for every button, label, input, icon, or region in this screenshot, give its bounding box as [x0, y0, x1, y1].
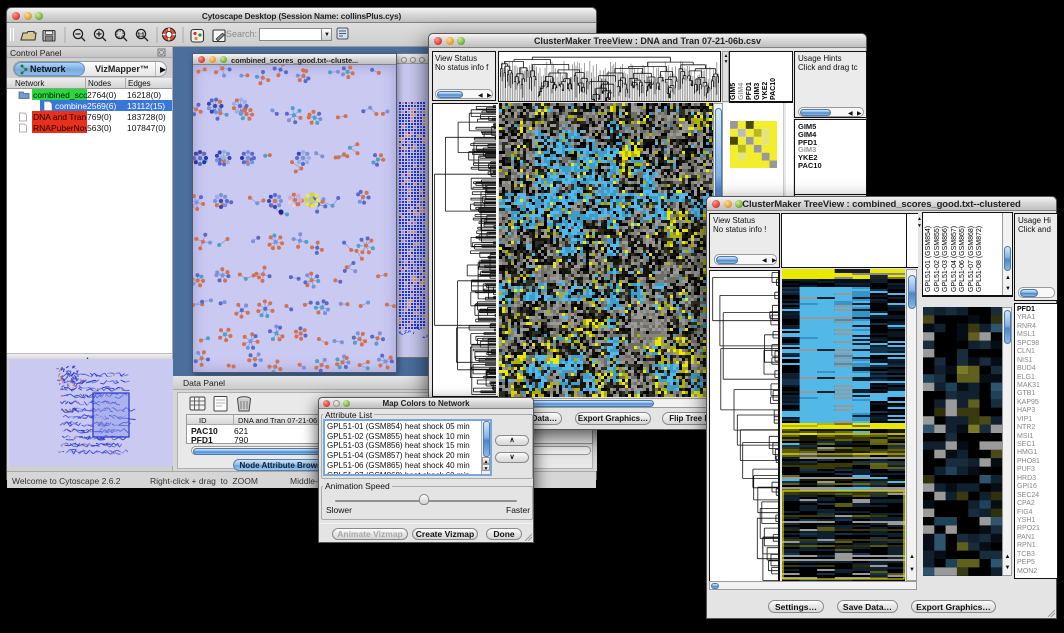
svg-text:1:1: 1:1 — [138, 33, 145, 39]
